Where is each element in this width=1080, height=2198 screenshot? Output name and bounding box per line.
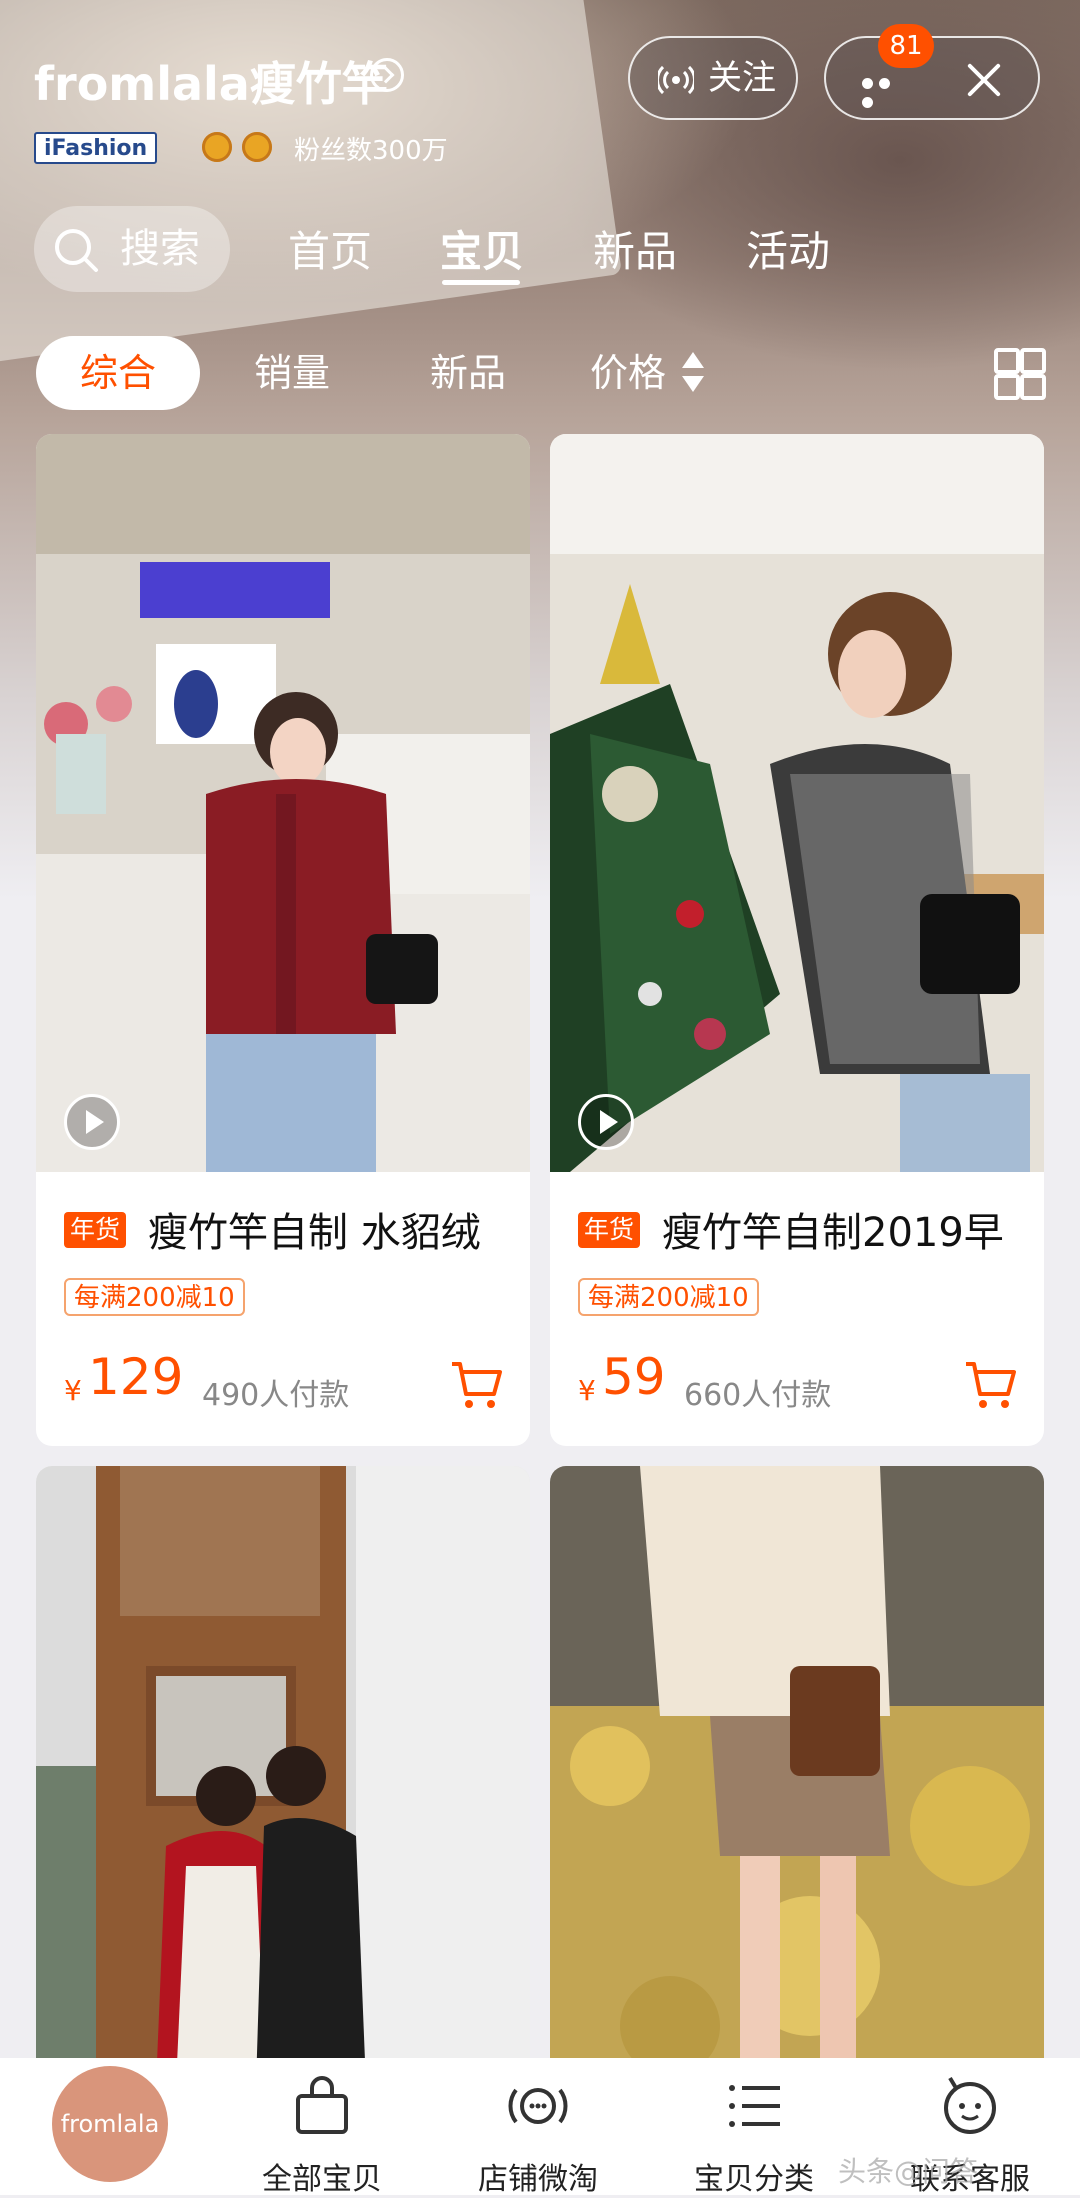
tab-products[interactable]: 宝贝: [440, 218, 524, 279]
product-image: [550, 1466, 1044, 2086]
crown-icon: [242, 132, 272, 162]
play-video-icon[interactable]: [64, 1094, 120, 1150]
product-card[interactable]: [550, 1466, 1044, 2086]
bottom-tab-all-products[interactable]: 全部宝贝: [242, 2076, 402, 2198]
sort-updown-icon: [682, 352, 704, 396]
sort-price-label: 价格: [590, 351, 667, 395]
service-face-icon: [944, 2076, 996, 2134]
product-image: [36, 1466, 530, 2086]
product-card[interactable]: 年货 瘦竹竿自制2019早 每满200减10 ¥ 59 660人付款: [550, 434, 1044, 1446]
product-card[interactable]: [36, 1466, 530, 2086]
ifashion-badge: iFashion: [34, 132, 158, 164]
broadcast-chat-icon: [508, 2088, 568, 2124]
currency-symbol: ¥: [578, 1374, 596, 1407]
more-icon[interactable]: [862, 74, 912, 108]
tab-activities[interactable]: 活动: [746, 218, 830, 279]
product-title: 瘦竹竿自制2019早: [662, 1210, 1004, 1256]
cart-icon[interactable]: [962, 1356, 1018, 1412]
promo-badge: 每满200减10: [578, 1278, 759, 1316]
broadcast-icon: [658, 65, 694, 95]
bottom-tab-label: 宝贝分类: [694, 2162, 814, 2197]
bottom-tab-label: 店铺微淘: [478, 2162, 598, 2197]
fans-count: 粉丝数300万: [294, 136, 448, 166]
watermark: 头条@问答: [838, 2155, 979, 2188]
product-image: [36, 434, 530, 1172]
play-video-icon[interactable]: [578, 1094, 634, 1150]
bottom-tab-label: 全部宝贝: [262, 2162, 382, 2197]
list-icon: [729, 2085, 780, 2127]
new-year-tag: 年货: [64, 1212, 127, 1248]
sort-overall[interactable]: 综合: [36, 336, 200, 410]
sales-count: 660人付款: [684, 1378, 832, 1413]
product-title: 瘦竹竿自制 水貂绒: [148, 1210, 481, 1256]
cart-icon[interactable]: [448, 1356, 504, 1412]
crown-icon: [202, 132, 232, 162]
product-image: [550, 434, 1044, 1172]
shop-name[interactable]: fromlala瘦竹竿: [34, 48, 388, 114]
shop-logo[interactable]: fromlala: [52, 2066, 168, 2182]
bottom-tab-weitao[interactable]: 店铺微淘: [458, 2076, 618, 2198]
active-tab-indicator: [442, 280, 520, 285]
tab-home[interactable]: 首页: [288, 218, 372, 279]
tab-new[interactable]: 新品: [593, 218, 677, 279]
close-icon[interactable]: [964, 60, 1004, 100]
follow-button[interactable]: 关注: [628, 36, 798, 120]
follow-label: 关注: [708, 58, 776, 98]
shopping-bag-icon: [296, 2076, 348, 2134]
grid-view-icon[interactable]: [994, 348, 1046, 400]
sort-new[interactable]: 新品: [430, 336, 506, 410]
promo-badge: 每满200减10: [64, 1278, 245, 1316]
product-price: 129: [88, 1348, 184, 1406]
product-price: 59: [602, 1348, 666, 1406]
bottom-tab-categories[interactable]: 宝贝分类: [674, 2076, 834, 2198]
new-year-tag: 年货: [578, 1212, 641, 1248]
notification-badge: 81: [878, 24, 934, 68]
search-label: 搜索: [120, 226, 200, 272]
search-icon: [55, 229, 98, 272]
product-card[interactable]: 年货 瘦竹竿自制 水貂绒 每满200减10 ¥ 129 490人付款: [36, 434, 530, 1446]
search-button[interactable]: 搜索: [34, 206, 230, 292]
currency-symbol: ¥: [64, 1374, 82, 1407]
sort-sales[interactable]: 销量: [254, 336, 330, 410]
sort-price[interactable]: 价格: [590, 336, 666, 410]
shop-info-arrow-icon[interactable]: [370, 58, 404, 92]
sales-count: 490人付款: [202, 1378, 350, 1413]
